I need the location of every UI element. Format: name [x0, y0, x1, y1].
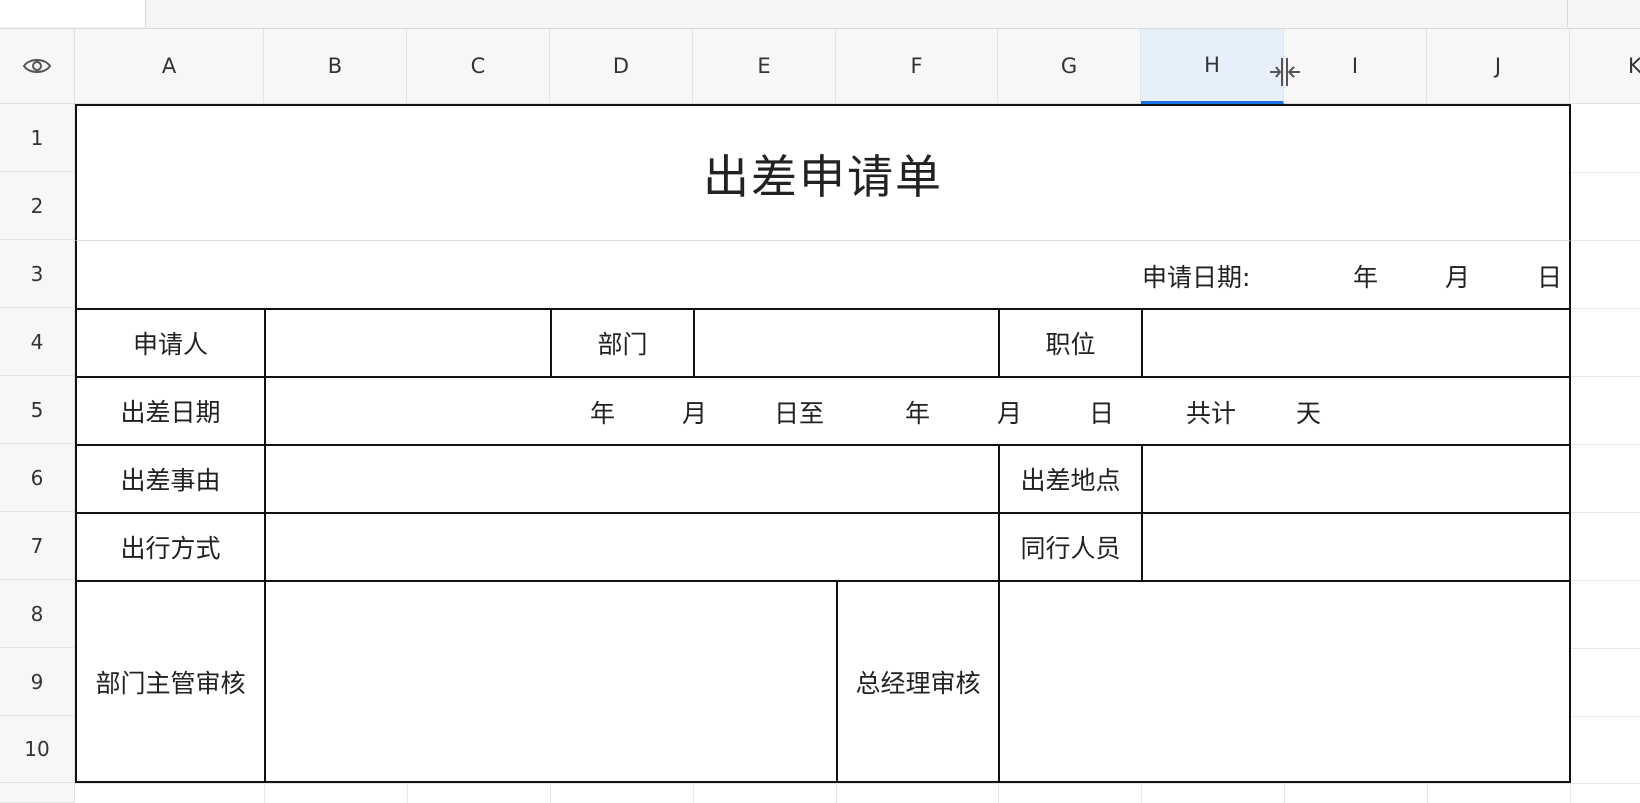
name-box[interactable]: [0, 0, 146, 27]
applicant-label-cell[interactable]: 申请人: [75, 308, 266, 378]
column-header-c[interactable]: C: [407, 29, 550, 104]
trip-days-label: 天: [1296, 399, 1322, 428]
dept-manager-review-label-cell[interactable]: 部门主管审核: [75, 580, 266, 783]
column-header-j[interactable]: J: [1427, 29, 1570, 104]
trip-end-year: 年: [905, 399, 931, 428]
apply-date-day: 日: [1537, 263, 1563, 292]
department-label-cell[interactable]: 部门: [550, 308, 695, 378]
title-cell[interactable]: 出差申请单: [75, 104, 1571, 241]
row-header-10[interactable]: 10: [0, 716, 75, 783]
gm-review-input-cell[interactable]: [998, 580, 1571, 783]
row-header-3[interactable]: 3: [0, 240, 75, 308]
companions-label: 同行人员: [1020, 534, 1121, 563]
applicant-label: 申请人: [132, 330, 208, 359]
select-all-corner[interactable]: [0, 29, 75, 104]
companions-input-cell[interactable]: [1141, 512, 1571, 582]
row-header-11[interactable]: [0, 783, 75, 803]
position-input-cell[interactable]: [1141, 308, 1571, 378]
trip-start-month: 月: [682, 399, 708, 428]
column-header-b[interactable]: B: [264, 29, 407, 104]
apply-date-year: 年: [1353, 263, 1379, 292]
row-header-5[interactable]: 5: [0, 376, 75, 444]
trip-end-day: 日: [1089, 399, 1115, 428]
column-header-g[interactable]: G: [998, 29, 1141, 104]
gm-review-label-cell[interactable]: 总经理审核: [836, 580, 1000, 783]
location-label: 出差地点: [1020, 466, 1121, 495]
row-header-4[interactable]: 4: [0, 308, 75, 376]
column-header-d[interactable]: D: [550, 29, 693, 104]
row-header-1[interactable]: 1: [0, 104, 75, 172]
trip-dates-label: 出差日期: [120, 398, 221, 427]
reason-input-cell[interactable]: [264, 444, 1000, 514]
trip-start-year: 年: [590, 399, 616, 428]
location-label-cell[interactable]: 出差地点: [998, 444, 1143, 514]
department-input-cell[interactable]: [693, 308, 1000, 378]
travel-mode-input-cell[interactable]: [264, 512, 1000, 582]
column-header-h[interactable]: H: [1141, 29, 1284, 104]
reason-label: 出差事由: [120, 466, 221, 495]
column-header-e[interactable]: E: [693, 29, 836, 104]
dept-manager-review-label: 部门主管审核: [95, 668, 246, 698]
travel-mode-label-cell[interactable]: 出行方式: [75, 512, 266, 582]
column-header-f[interactable]: F: [836, 29, 998, 104]
companions-label-cell[interactable]: 同行人员: [998, 512, 1143, 582]
column-header-k[interactable]: K: [1570, 29, 1640, 104]
applicant-input-cell[interactable]: [264, 308, 552, 378]
trip-total-label: 共计: [1186, 399, 1237, 428]
row-header-6[interactable]: 6: [0, 444, 75, 512]
apply-date-month: 月: [1445, 263, 1471, 292]
column-header-i[interactable]: I: [1284, 29, 1427, 104]
department-label: 部门: [597, 330, 648, 359]
trip-end-month: 月: [997, 399, 1023, 428]
row-header-8[interactable]: 8: [0, 580, 75, 648]
column-resize-cursor-icon: [1270, 58, 1300, 86]
formula-bar: [0, 0, 1640, 29]
location-input-cell[interactable]: [1141, 444, 1571, 514]
row-header-7[interactable]: 7: [0, 512, 75, 580]
row-header-2[interactable]: 2: [0, 172, 75, 240]
row-header-9[interactable]: 9: [0, 648, 75, 716]
reason-label-cell[interactable]: 出差事由: [75, 444, 266, 514]
apply-date-cell[interactable]: [75, 240, 1571, 310]
eye-icon[interactable]: [22, 56, 52, 76]
dept-manager-review-input-cell[interactable]: [264, 580, 838, 783]
trip-dates-label-cell[interactable]: 出差日期: [75, 376, 266, 446]
travel-mode-label: 出行方式: [120, 534, 221, 563]
gm-review-label: 总经理审核: [855, 668, 981, 698]
form-title: 出差申请单: [703, 149, 943, 204]
position-label: 职位: [1045, 330, 1096, 359]
trip-start-day-to: 日至: [774, 399, 825, 428]
gridline: [75, 783, 1640, 784]
apply-date-label: 申请日期:: [1142, 263, 1251, 292]
formula-bar-separator: [1567, 0, 1568, 27]
column-header-a[interactable]: A: [75, 29, 264, 104]
position-label-cell[interactable]: 职位: [998, 308, 1143, 378]
